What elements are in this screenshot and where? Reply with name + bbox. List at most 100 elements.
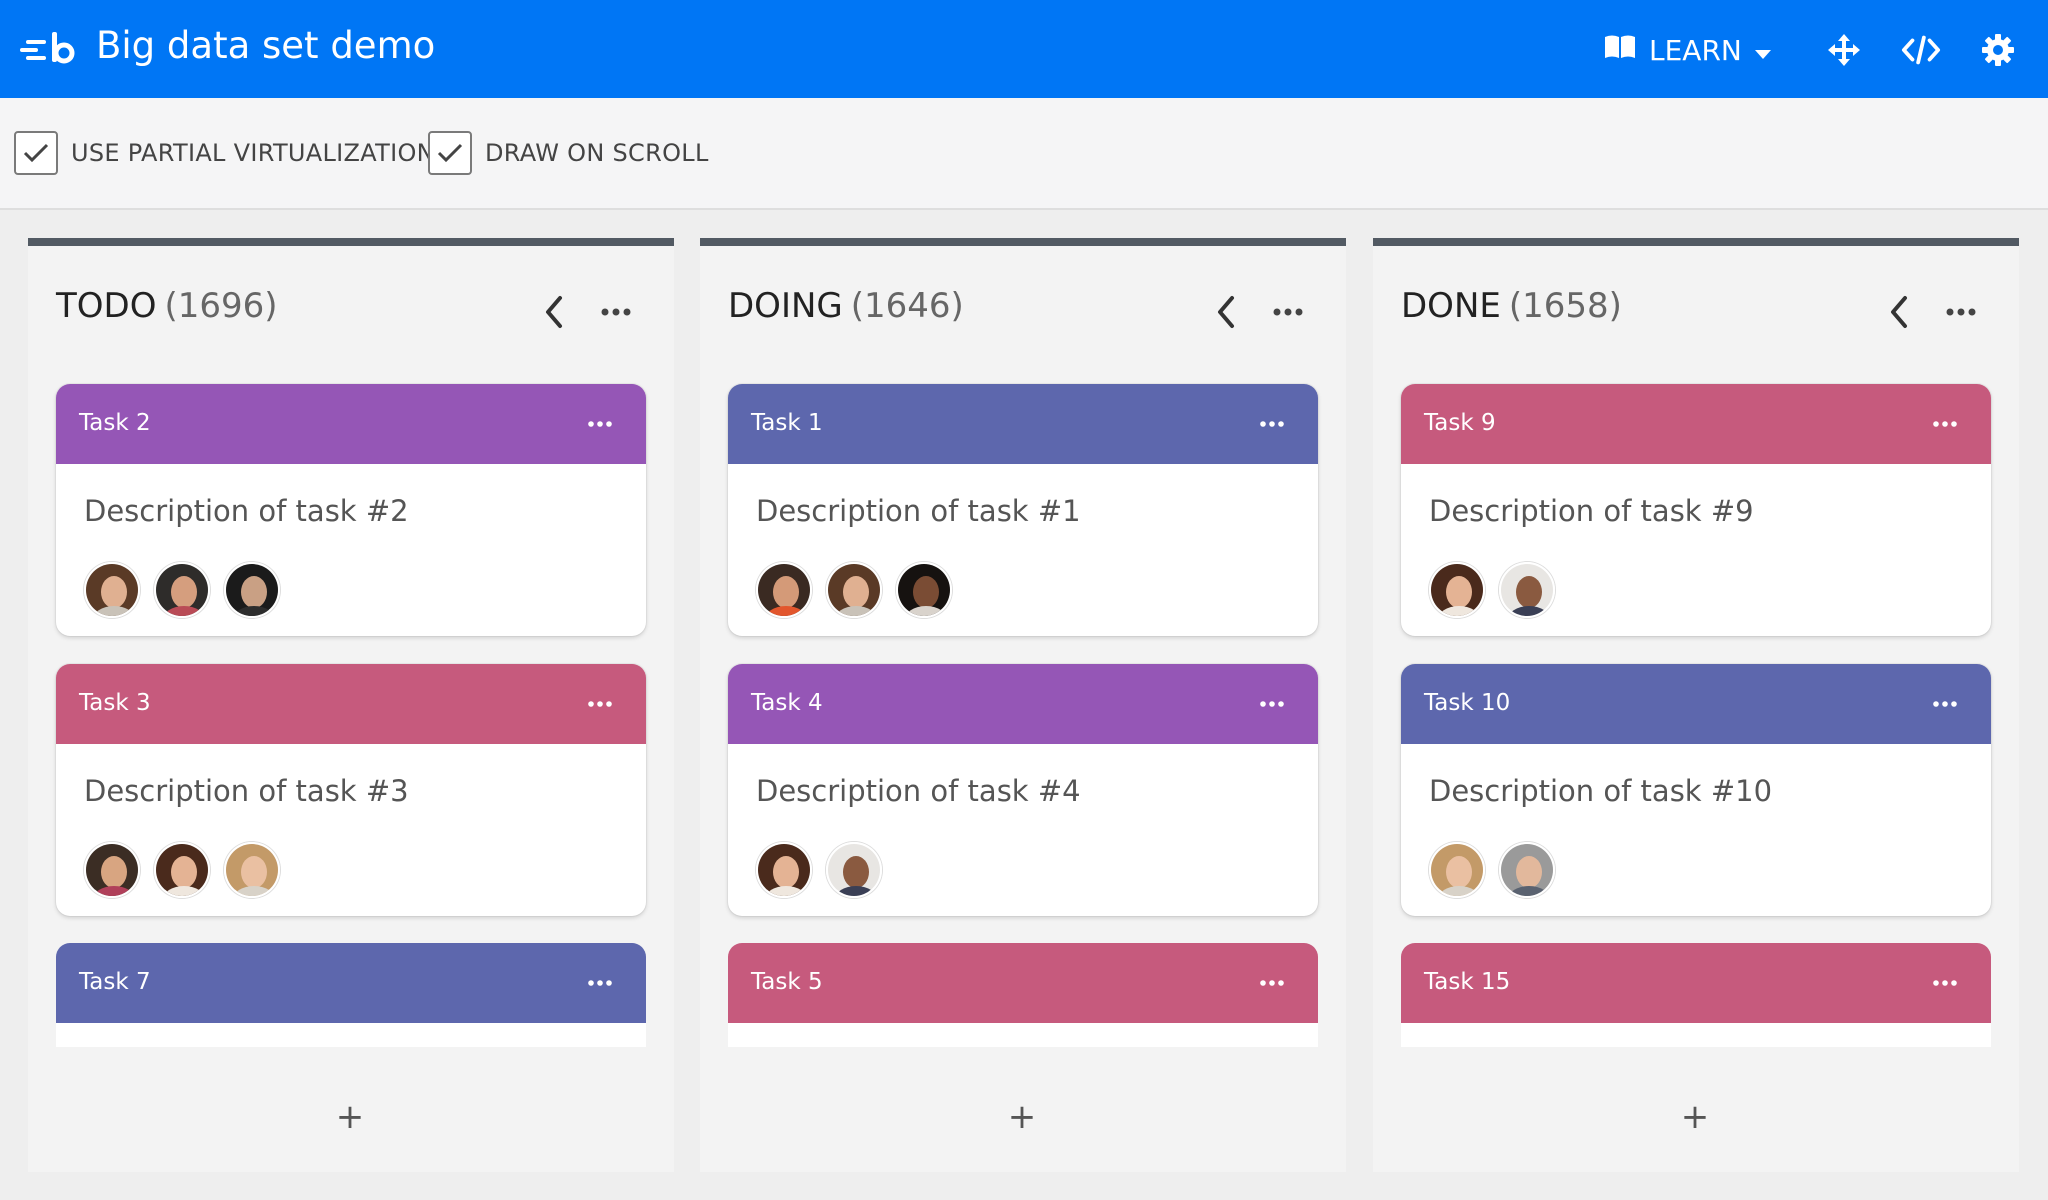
card-description: Description of task #9 <box>1429 494 1754 528</box>
card-header[interactable]: Task 2 <box>56 384 646 464</box>
draw-on-scroll-checkbox[interactable]: DRAW ON SCROLL <box>428 131 709 175</box>
card-avatars <box>1429 842 1555 898</box>
column-todo: TODO (1696) Task 2 Description of task #2… <box>28 238 674 1172</box>
add-task-button[interactable]: + <box>990 1092 1054 1142</box>
card-description: Description of task #4 <box>756 774 1081 808</box>
app-header: Big data set demo LEARN <box>0 0 2048 98</box>
column-header: DOING (1646) <box>728 286 964 326</box>
card-more-icon[interactable] <box>1254 686 1290 722</box>
task-card[interactable]: Task 5 <box>728 943 1318 1047</box>
card-avatars <box>756 842 882 898</box>
column-more-icon[interactable] <box>598 290 634 334</box>
card-more-icon[interactable] <box>582 686 618 722</box>
card-more-icon[interactable] <box>1927 406 1963 442</box>
man-avatar[interactable] <box>84 842 140 898</box>
woman-avatar[interactable] <box>896 562 952 618</box>
card-more-icon[interactable] <box>1254 406 1290 442</box>
man-avatar[interactable] <box>826 842 882 898</box>
card-title: Task 9 <box>1424 410 1496 436</box>
card-title: Task 7 <box>79 969 151 995</box>
card-title: Task 15 <box>1424 969 1511 995</box>
card-header[interactable]: Task 3 <box>56 664 646 744</box>
woman-avatar[interactable] <box>154 842 210 898</box>
checkbox-label: DRAW ON SCROLL <box>485 139 709 167</box>
task-card[interactable]: Task 3 Description of task #3 <box>56 664 646 916</box>
task-card[interactable]: Task 10 Description of task #10 <box>1401 664 1991 916</box>
book-icon <box>1603 34 1637 67</box>
card-header[interactable]: Task 7 <box>56 943 646 1023</box>
task-card[interactable]: Task 9 Description of task #9 <box>1401 384 1991 636</box>
man-avatar[interactable] <box>154 562 210 618</box>
card-header[interactable]: Task 10 <box>1401 664 1991 744</box>
page-title: Big data set demo <box>96 24 436 67</box>
column-title: TODO <box>56 286 157 326</box>
card-header[interactable]: Task 9 <box>1401 384 1991 464</box>
card-header[interactable]: Task 5 <box>728 943 1318 1023</box>
man-avatar[interactable] <box>756 562 812 618</box>
man-avatar[interactable] <box>1499 562 1555 618</box>
card-header[interactable]: Task 1 <box>728 384 1318 464</box>
checkmark-icon <box>428 131 472 175</box>
column-title: DOING <box>728 286 843 326</box>
partial-virtualization-checkbox[interactable]: USE PARTIAL VIRTUALIZATION <box>14 131 435 175</box>
add-task-button[interactable]: + <box>318 1092 382 1142</box>
move-arrows-icon[interactable] <box>1824 30 1864 70</box>
task-card[interactable]: Task 15 <box>1401 943 1991 1047</box>
task-card[interactable]: Task 7 <box>56 943 646 1047</box>
task-card[interactable]: Task 2 Description of task #2 <box>56 384 646 636</box>
man-avatar[interactable] <box>224 562 280 618</box>
card-more-icon[interactable] <box>1254 965 1290 1001</box>
checkmark-icon <box>14 131 58 175</box>
woman-avatar[interactable] <box>826 562 882 618</box>
card-title: Task 4 <box>751 690 823 716</box>
bryntum-logo-icon[interactable] <box>20 32 80 68</box>
column-more-icon[interactable] <box>1943 290 1979 334</box>
card-description: Description of task #10 <box>1429 774 1773 808</box>
card-description: Description of task #2 <box>84 494 409 528</box>
learn-label: LEARN <box>1649 33 1742 67</box>
column-count: (1696) <box>164 286 278 326</box>
card-title: Task 2 <box>79 410 151 436</box>
card-header[interactable]: Task 15 <box>1401 943 1991 1023</box>
card-title: Task 10 <box>1424 690 1511 716</box>
card-title: Task 3 <box>79 690 151 716</box>
woman-avatar[interactable] <box>224 842 280 898</box>
collapse-chevron-icon[interactable] <box>536 290 572 334</box>
woman-avatar[interactable] <box>1429 562 1485 618</box>
card-avatars <box>1429 562 1555 618</box>
card-description: Description of task #1 <box>756 494 1081 528</box>
column-doing: DOING (1646) Task 1 Description of task #… <box>700 238 1346 1172</box>
options-toolbar: USE PARTIAL VIRTUALIZATION DRAW ON SCROL… <box>0 98 2048 210</box>
gear-icon[interactable] <box>1978 30 2018 70</box>
add-task-button[interactable]: + <box>1663 1092 1727 1142</box>
card-description: Description of task #3 <box>84 774 409 808</box>
column-header: TODO (1696) <box>56 286 278 326</box>
card-more-icon[interactable] <box>1927 686 1963 722</box>
man-avatar[interactable] <box>1499 842 1555 898</box>
column-count: (1646) <box>850 286 964 326</box>
card-more-icon[interactable] <box>582 406 618 442</box>
task-card[interactable]: Task 1 Description of task #1 <box>728 384 1318 636</box>
column-title: DONE <box>1401 286 1501 326</box>
woman-avatar[interactable] <box>756 842 812 898</box>
card-avatars <box>756 562 952 618</box>
code-icon[interactable] <box>1901 30 1941 70</box>
card-title: Task 1 <box>751 410 823 436</box>
card-title: Task 5 <box>751 969 823 995</box>
column-done: DONE (1658) Task 9 Description of task #9… <box>1373 238 2019 1172</box>
collapse-chevron-icon[interactable] <box>1208 290 1244 334</box>
column-count: (1658) <box>1508 286 1622 326</box>
card-avatars <box>84 562 280 618</box>
task-card[interactable]: Task 4 Description of task #4 <box>728 664 1318 916</box>
caret-down-icon <box>1754 34 1772 67</box>
column-more-icon[interactable] <box>1270 290 1306 334</box>
learn-dropdown[interactable]: LEARN <box>1603 30 1772 70</box>
card-header[interactable]: Task 4 <box>728 664 1318 744</box>
woman-avatar[interactable] <box>1429 842 1485 898</box>
collapse-chevron-icon[interactable] <box>1881 290 1917 334</box>
checkbox-label: USE PARTIAL VIRTUALIZATION <box>71 139 435 167</box>
column-header: DONE (1658) <box>1401 286 1622 326</box>
woman-avatar[interactable] <box>84 562 140 618</box>
card-more-icon[interactable] <box>582 965 618 1001</box>
card-more-icon[interactable] <box>1927 965 1963 1001</box>
